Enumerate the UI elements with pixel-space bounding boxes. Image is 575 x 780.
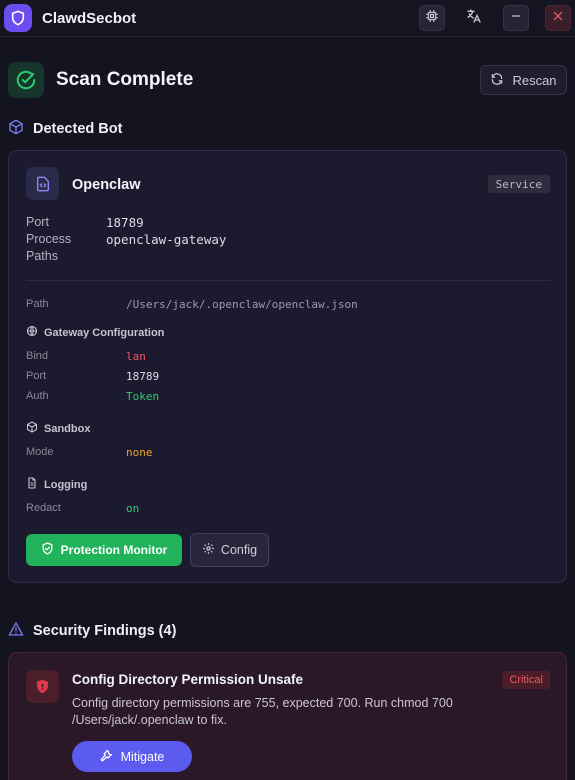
- bot-name: Openclaw: [72, 177, 141, 193]
- protection-monitor-label: Protection Monitor: [60, 543, 168, 557]
- service-badge: Service: [487, 175, 550, 193]
- app-title: ClawdSecbot: [42, 9, 137, 27]
- close-button[interactable]: [545, 5, 571, 31]
- page-title: Scan Complete: [56, 69, 194, 90]
- gateway-port-label: Port: [26, 370, 47, 382]
- bind-value: lan: [126, 350, 146, 363]
- shield-check-icon: [41, 542, 54, 558]
- translate-icon: [466, 8, 482, 29]
- finding-title: Config Directory Permission Unsafe: [72, 672, 304, 687]
- refresh-icon: [490, 72, 504, 89]
- config-button[interactable]: Config: [190, 533, 269, 567]
- bot-card: Openclaw Service Port 18789 Process open…: [8, 150, 567, 583]
- section-title: Security Findings (4): [33, 623, 177, 639]
- minimize-button[interactable]: [503, 5, 529, 31]
- gateway-config-title: Gateway Configuration: [44, 326, 165, 339]
- code-file-icon: [26, 167, 59, 200]
- bind-label: Bind: [26, 350, 49, 362]
- gateway-port-value: 18789: [126, 370, 160, 383]
- divider: [26, 280, 551, 281]
- sandbox-title: Sandbox: [44, 422, 91, 435]
- page-header: Scan Complete Rescan: [8, 62, 567, 98]
- shield-logo-icon: [4, 4, 32, 32]
- cube-icon: [8, 119, 24, 139]
- auth-value: Token: [126, 390, 160, 403]
- paths-label: Paths: [26, 249, 58, 263]
- minimize-icon: [510, 9, 522, 27]
- sandbox-heading: Sandbox: [26, 421, 90, 436]
- security-findings-heading: Security Findings (4): [8, 621, 176, 641]
- shield-alert-icon: [26, 670, 59, 703]
- process-value: openclaw-gateway: [106, 232, 227, 247]
- process-label: Process: [26, 232, 72, 246]
- mitigate-label: Mitigate: [120, 749, 165, 764]
- wrench-icon: [100, 748, 114, 765]
- chip-button[interactable]: [419, 5, 445, 31]
- mode-value: none: [126, 446, 153, 459]
- document-icon: [26, 477, 38, 492]
- protection-monitor-button[interactable]: Protection Monitor: [26, 534, 182, 566]
- path-value: /Users/jack/.openclaw/openclaw.json: [126, 298, 358, 311]
- gear-icon: [202, 542, 215, 558]
- check-circle-icon: [8, 62, 44, 98]
- title-bar: ClawdSecbot: [0, 0, 575, 37]
- path-label: Path: [26, 298, 49, 310]
- mitigate-button[interactable]: Mitigate: [72, 741, 192, 772]
- mode-label: Mode: [26, 446, 54, 458]
- logging-title: Logging: [44, 478, 88, 491]
- detected-bot-heading: Detected Bot: [8, 119, 122, 139]
- port-label: Port: [26, 215, 49, 229]
- rescan-button[interactable]: Rescan: [480, 65, 567, 95]
- chip-icon: [425, 9, 439, 28]
- warning-icon: [8, 621, 24, 641]
- redact-value: on: [126, 502, 140, 515]
- port-value: 18789: [106, 215, 144, 230]
- auth-label: Auth: [26, 390, 49, 402]
- gateway-config-heading: Gateway Configuration: [26, 325, 164, 340]
- severity-badge: Critical: [502, 671, 550, 689]
- logging-heading: Logging: [26, 477, 87, 492]
- redact-label: Redact: [26, 502, 61, 514]
- translate-button[interactable]: [461, 5, 487, 31]
- globe-icon: [26, 325, 38, 340]
- close-icon: [552, 9, 564, 27]
- config-label: Config: [220, 543, 258, 557]
- rescan-label: Rescan: [512, 72, 557, 88]
- finding-card: Config Directory Permission Unsafe Criti…: [8, 652, 567, 780]
- box-icon: [26, 421, 38, 436]
- section-title: Detected Bot: [33, 121, 123, 137]
- finding-description: Config directory permissions are 755, ex…: [72, 696, 453, 727]
